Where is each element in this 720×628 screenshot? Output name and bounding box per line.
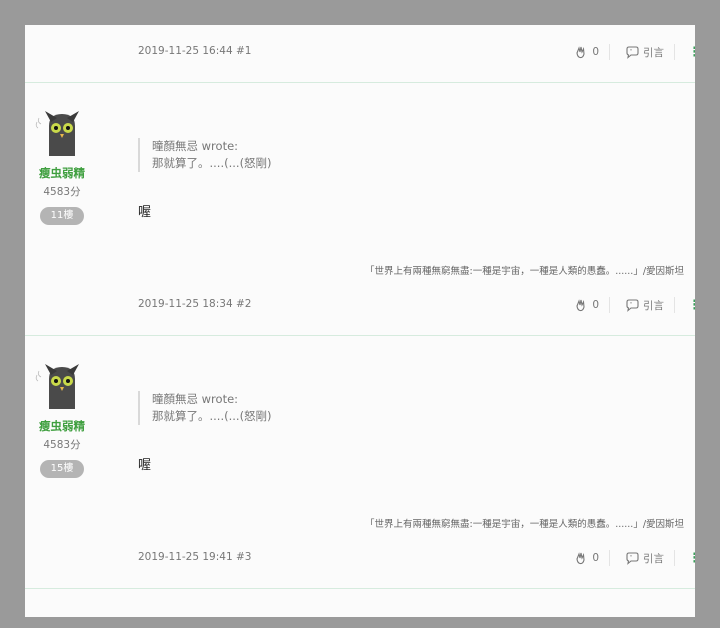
- post-floor-link[interactable]: #2: [236, 298, 251, 310]
- post: 瘦虫弱精 4583分 15樓 曈顏無忌 wrote: 那就算了。....(...…: [25, 361, 695, 556]
- post-footer: 2019-11-25 18:34 #2 0 " 引言 ⋮: [25, 278, 695, 336]
- like-button[interactable]: 0: [573, 297, 610, 313]
- like-button[interactable]: 0: [573, 550, 610, 566]
- quote-author: 曈顏無忌 wrote:: [152, 139, 239, 153]
- quote-label: 引言: [643, 552, 664, 565]
- quote-author: 曈顏無忌 wrote:: [152, 392, 239, 406]
- author-score: 4583分: [43, 439, 81, 451]
- quote-icon: ": [624, 550, 640, 566]
- post-actions: 0 " 引言 ⋮: [573, 41, 695, 63]
- avatar[interactable]: [35, 361, 89, 411]
- like-count: 0: [592, 299, 599, 311]
- post-date: 2019-11-25 16:44: [138, 45, 233, 57]
- post-meta: 2019-11-25 16:44 #1: [138, 45, 251, 57]
- post-date: 2019-11-25 18:34: [138, 298, 233, 310]
- like-count: 0: [592, 552, 599, 564]
- post-meta: 2019-11-25 18:34 #2: [138, 298, 251, 310]
- quote-text: 那就算了。....(...(怒剛): [152, 156, 272, 170]
- post-date: 2019-11-25 19:41: [138, 551, 233, 563]
- clap-icon: [573, 44, 589, 60]
- post-floor-link[interactable]: #3: [236, 551, 251, 563]
- post-actions: 0 " 引言 ⋮: [573, 547, 695, 569]
- author-card: 瘦虫弱精 4583分 11樓: [33, 108, 91, 225]
- quote-button[interactable]: " 引言: [610, 297, 675, 313]
- post-footer: 2019-11-25 19:41 #3 0 " 引言 ⋮: [25, 531, 695, 589]
- author-card: 瘦虫弱精 4583分 15樓: [33, 361, 91, 478]
- floor-badge: 11樓: [39, 207, 85, 225]
- clap-icon: [573, 297, 589, 313]
- avatar[interactable]: [35, 108, 89, 158]
- floor-badge: 15樓: [39, 460, 85, 478]
- quote-button[interactable]: " 引言: [610, 44, 675, 60]
- clap-icon: [573, 550, 589, 566]
- post-floor-link[interactable]: #1: [236, 45, 251, 57]
- more-vertical-icon[interactable]: ⋮: [675, 551, 695, 566]
- quote-block: 曈顏無忌 wrote: 那就算了。....(...(怒剛): [138, 391, 272, 425]
- svg-text:": ": [630, 49, 632, 55]
- quote-block: 曈顏無忌 wrote: 那就算了。....(...(怒剛): [138, 138, 272, 172]
- author-score: 4583分: [43, 186, 81, 198]
- post-footer: 2019-11-25 16:44 #1 0 " 引言 ⋮: [25, 25, 695, 83]
- quote-icon: ": [624, 44, 640, 60]
- post-actions: 0 " 引言 ⋮: [573, 294, 695, 316]
- author-name[interactable]: 瘦虫弱精: [33, 165, 91, 181]
- more-vertical-icon[interactable]: ⋮: [675, 298, 695, 313]
- like-button[interactable]: 0: [573, 44, 610, 60]
- post-signature: 「世界上有兩種無窮無盡:一種是宇宙，一種是人類的愚蠢。......」/愛因斯坦: [365, 519, 685, 530]
- post-content: 喔: [138, 205, 152, 220]
- like-count: 0: [592, 46, 599, 58]
- quote-icon: ": [624, 297, 640, 313]
- quote-label: 引言: [643, 299, 664, 312]
- svg-text:": ": [630, 302, 632, 308]
- quote-label: 引言: [643, 46, 664, 59]
- post-meta: 2019-11-25 19:41 #3: [138, 551, 251, 563]
- svg-text:": ": [630, 555, 632, 561]
- more-vertical-icon[interactable]: ⋮: [675, 45, 695, 60]
- post-content: 喔: [138, 458, 152, 473]
- quote-button[interactable]: " 引言: [610, 550, 675, 566]
- quote-text: 那就算了。....(...(怒剛): [152, 409, 272, 423]
- forum-thread-panel: 2019-11-25 16:44 #1 0 " 引言 ⋮ 瘦虫弱精 4583分 …: [25, 25, 695, 617]
- author-name[interactable]: 瘦虫弱精: [33, 418, 91, 434]
- post: 瘦虫弱精 4583分 11樓 曈顏無忌 wrote: 那就算了。....(...…: [25, 108, 695, 303]
- post-signature: 「世界上有兩種無窮無盡:一種是宇宙，一種是人類的愚蠢。......」/愛因斯坦: [365, 266, 685, 277]
